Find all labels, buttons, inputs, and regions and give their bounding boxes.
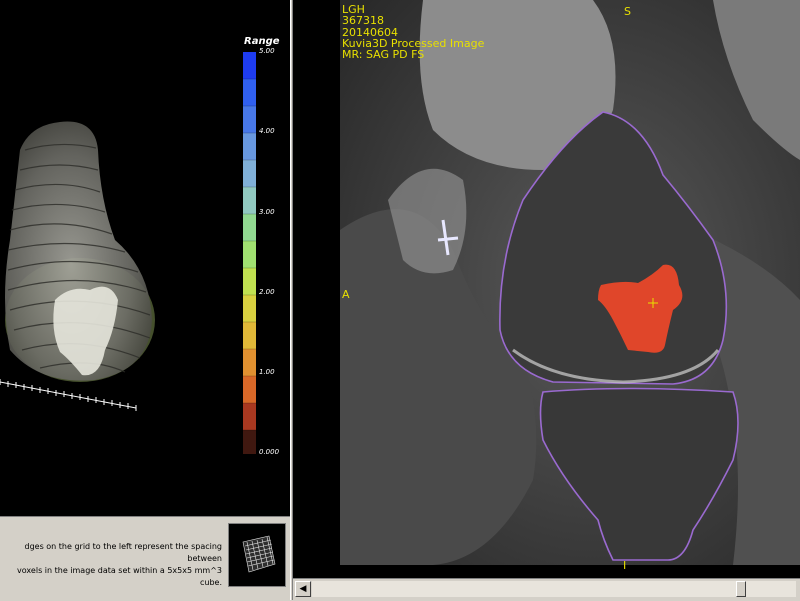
legend-tick: 2.00 (259, 288, 275, 296)
orientation-anterior: A (342, 288, 350, 301)
overlay-series: MR: SAG PD FS (342, 48, 425, 61)
orientation-inferior: I (623, 559, 627, 572)
grid-note-line: dges on the grid to the left represent t… (24, 542, 222, 563)
orientation-superior: S (624, 5, 631, 18)
grid-spacing-note: dges on the grid to the left represent t… (0, 541, 222, 589)
legend-tick: 1.00 (259, 368, 275, 376)
3d-render-viewport[interactable]: Range 5.00 4.00 3.00 2.00 1.00 0.000 (0, 0, 290, 516)
grid-note-line: voxels in the image data set within a 5x… (17, 566, 222, 587)
legend-tick: 3.00 (259, 208, 275, 216)
arrow-left-icon: ◀ (299, 584, 307, 594)
scroll-track[interactable] (312, 581, 796, 597)
color-range-legend (243, 52, 256, 454)
scroll-left-button[interactable]: ◀ (295, 581, 311, 597)
scroll-thumb[interactable] (736, 581, 746, 597)
voxel-grid-thumbnail (228, 523, 286, 587)
legend-tick: 4.00 (259, 127, 275, 135)
slice-scrollbar[interactable]: ◀ (293, 578, 800, 600)
grid-info-panel: dges on the grid to the left represent t… (0, 516, 290, 601)
overlay-patient-id: 367318 (342, 14, 384, 27)
legend-tick: 0.000 (259, 448, 280, 456)
mri-knee-image (340, 0, 800, 565)
legend-title: Range (244, 36, 280, 47)
mri-slice-viewport[interactable]: LGH 367318 20140604 Kuvia3D Processed Im… (293, 0, 800, 578)
legend-tick: 5.00 (259, 47, 275, 55)
